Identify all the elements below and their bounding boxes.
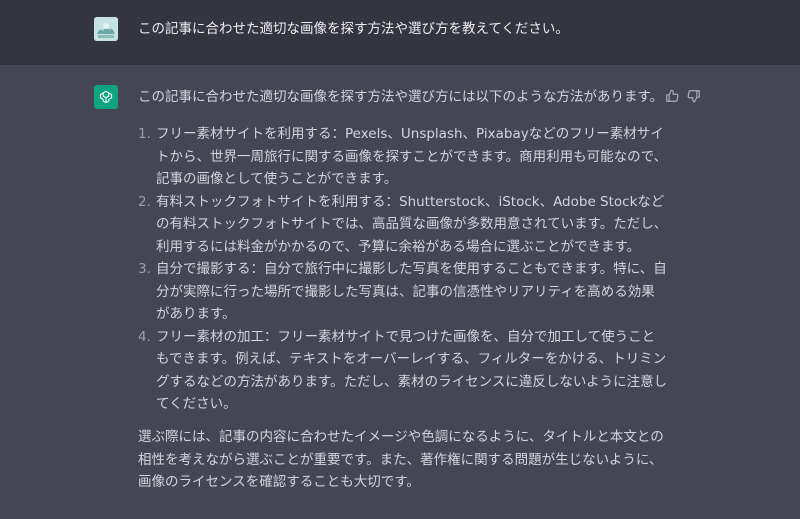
list-item-text: フリー素材サイトを利用する：Pexels、Unsplash、Pixabayなどの…	[156, 126, 668, 187]
assistant-numbered-list: 1. フリー素材サイトを利用する：Pexels、Unsplash、Pixabay…	[138, 123, 668, 416]
assistant-outro-text: 選ぶ際には、記事の内容に合わせたイメージや色調になるように、タイトルと本文との相…	[138, 429, 664, 490]
list-item-number: 1.	[138, 126, 151, 142]
list-item: 1. フリー素材サイトを利用する：Pexels、Unsplash、Pixabay…	[138, 123, 668, 191]
list-item: 4. フリー素材の加工：フリー素材サイトで見つけた画像を、自分で加工して使うこと…	[138, 326, 668, 416]
list-item-text: 有料ストックフォトサイトを利用する：Shutterstock、iStock、Ad…	[156, 193, 668, 255]
list-item: 3. 自分で撮影する：自分で旅行中に撮影した写真を使用することもできます。特に、…	[138, 258, 668, 326]
list-item-text: フリー素材の加工：フリー素材サイトで見つけた画像を、自分で加工して使うこともでき…	[156, 328, 668, 413]
thumbs-up-icon[interactable]	[664, 88, 680, 104]
user-message-text: この記事に合わせた適切な画像を探す方法や選び方を教えてください。	[138, 21, 569, 37]
feedback-buttons	[664, 88, 702, 104]
list-item-number: 4.	[138, 328, 151, 345]
list-item-number: 3.	[138, 261, 151, 277]
user-message-row: この記事に合わせた適切な画像を探す方法や選び方を教えてください。	[0, 0, 800, 65]
list-item-text: 自分で撮影する：自分で旅行中に撮影した写真を使用することもできます。特に、自分が…	[156, 261, 667, 322]
thumbs-down-icon[interactable]	[686, 88, 702, 104]
assistant-message-row: この記事に合わせた適切な画像を探す方法や選び方には以下のような方法があります。 …	[0, 65, 800, 519]
assistant-intro-text: この記事に合わせた適切な画像を探す方法や選び方には以下のような方法があります。	[138, 89, 664, 105]
list-item: 2. 有料ストックフォトサイトを利用する：Shutterstock、iStock…	[138, 191, 668, 259]
chatgpt-logo-icon	[94, 85, 118, 109]
list-item-number: 2.	[138, 193, 151, 210]
user-avatar	[94, 17, 118, 41]
